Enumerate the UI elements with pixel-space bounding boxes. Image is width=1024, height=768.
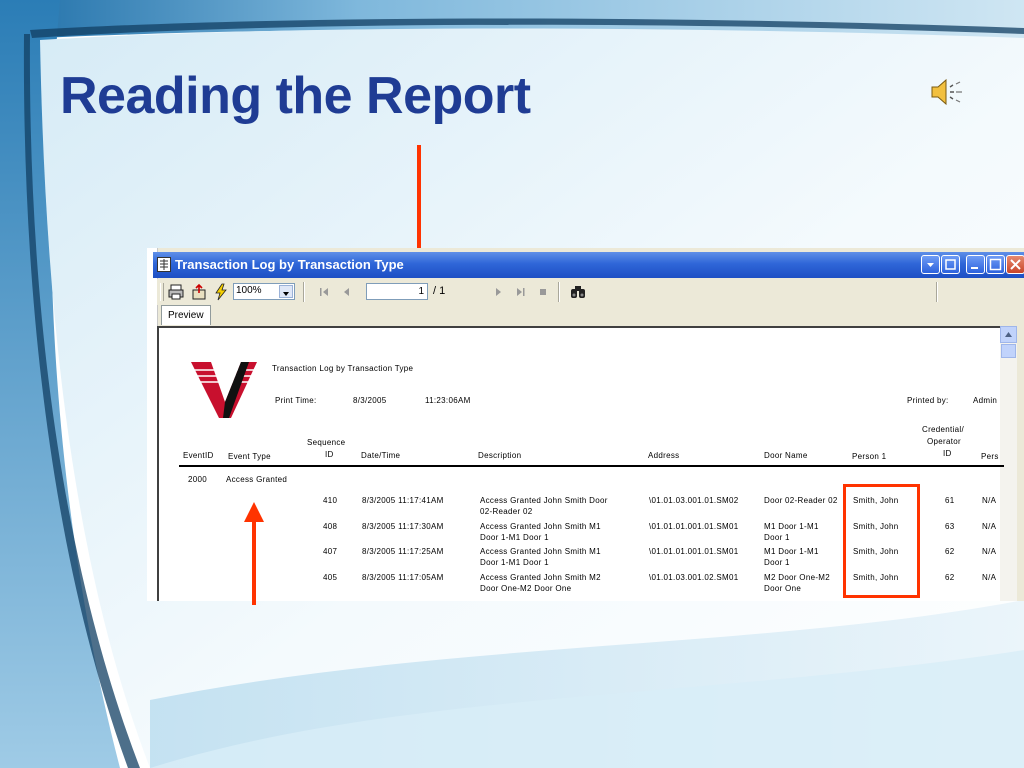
- col-operator: Operator: [927, 437, 961, 446]
- col-event-id: EventID: [183, 451, 214, 460]
- stop-icon[interactable]: [534, 283, 552, 301]
- col-sequence-id: ID: [325, 450, 334, 459]
- row-door-name-cont: Door 1: [764, 558, 790, 567]
- report-toolbar: 100% / 1: [157, 279, 1024, 305]
- row-door-name: M1 Door 1-M1: [764, 547, 819, 556]
- report-app-icon: [157, 257, 171, 272]
- minimize-icon: [971, 267, 978, 269]
- row-description: Access Granted John Smith Door: [480, 496, 608, 505]
- toolbar-separator: [558, 282, 560, 302]
- chevron-up-icon: [1005, 332, 1012, 337]
- col-address: Address: [648, 451, 680, 460]
- page-total: / 1: [433, 285, 446, 297]
- row-door-name-cont: Door One: [764, 584, 802, 593]
- scroll-up-button[interactable]: [1000, 326, 1017, 343]
- close-button[interactable]: [1006, 255, 1024, 274]
- print-icon[interactable]: [167, 283, 185, 301]
- vertical-scrollbar[interactable]: [1000, 326, 1017, 601]
- col-description: Description: [478, 451, 522, 460]
- col-pers: Pers: [981, 452, 999, 461]
- row-address: \01.01.03.001.02.SM01: [649, 573, 739, 582]
- col-sequence: Sequence: [307, 438, 346, 447]
- row-credential-id: 61: [945, 496, 955, 505]
- annotation-arrow-up: [244, 502, 264, 605]
- maximize-icon: [989, 258, 1002, 271]
- row-sequence-id: 405: [323, 573, 338, 582]
- printed-by-label: Printed by:: [907, 396, 949, 405]
- col-event-type: Event Type: [228, 452, 271, 461]
- row-datetime: 8/3/2005 11:17:30AM: [362, 522, 444, 531]
- close-icon: [1010, 259, 1021, 270]
- row-description-cont: 02-Reader 02: [480, 507, 533, 516]
- slide-title: Reading the Report: [60, 67, 531, 125]
- row-sequence-id: 408: [323, 522, 338, 531]
- next-page-icon[interactable]: [490, 283, 508, 301]
- row-door-name: M2 Door One-M2: [764, 573, 830, 582]
- search-binoculars-icon[interactable]: [569, 283, 587, 301]
- row-credential-id: 62: [945, 573, 955, 582]
- row-pers: N/A: [982, 547, 997, 556]
- toolbar-grip[interactable]: [160, 283, 164, 301]
- toolbar-separator: [303, 282, 305, 302]
- restore-pane-button[interactable]: [941, 255, 960, 274]
- row-address: \01.01.01.001.01.SM01: [649, 522, 739, 531]
- speaker-icon[interactable]: [928, 76, 968, 108]
- row-description: Access Granted John Smith M1: [480, 522, 601, 531]
- window-titlebar[interactable]: Transaction Log by Transaction Type: [153, 252, 1024, 278]
- report-heading: Transaction Log by Transaction Type: [272, 364, 414, 373]
- dropdown-arrow-icon: [927, 263, 934, 267]
- export-icon[interactable]: [190, 283, 208, 301]
- zoom-dropdown-button[interactable]: [279, 285, 293, 298]
- row-pers: N/A: [982, 496, 997, 505]
- zoom-value: 100%: [236, 285, 262, 296]
- chevron-down-icon: [283, 292, 289, 296]
- row-credential-id: 63: [945, 522, 955, 531]
- row-address: \01.01.01.001.01.SM01: [649, 547, 739, 556]
- page-number-input[interactable]: [366, 283, 428, 300]
- row-datetime: 8/3/2005 11:17:25AM: [362, 547, 444, 556]
- col-person1: Person 1: [852, 452, 887, 461]
- col-datetime: Date/Time: [361, 451, 401, 460]
- col-door-name: Door Name: [764, 451, 808, 460]
- row-description-cont: Door One-M2 Door One: [480, 584, 572, 593]
- row-door-name-cont: Door 1: [764, 533, 790, 542]
- menu-dropdown-button[interactable]: [921, 255, 940, 274]
- row-sequence-id: 410: [323, 496, 338, 505]
- row-description-cont: Door 1-M1 Door 1: [480, 533, 549, 542]
- row-door-name: Door 02-Reader 02: [764, 496, 838, 505]
- print-date: 8/3/2005: [353, 396, 387, 405]
- first-page-icon[interactable]: [315, 283, 333, 301]
- row-pers: N/A: [982, 522, 997, 531]
- last-page-icon[interactable]: [512, 283, 530, 301]
- row-sequence-id: 407: [323, 547, 338, 556]
- tab-preview[interactable]: Preview: [161, 305, 211, 325]
- row-address: \01.01.03.001.01.SM02: [649, 496, 739, 505]
- row-door-name: M1 Door 1-M1: [764, 522, 819, 531]
- row-description-cont: Door 1-M1 Door 1: [480, 558, 549, 567]
- toolbar-separator: [936, 282, 938, 302]
- previous-page-icon[interactable]: [337, 283, 355, 301]
- row-pers: N/A: [982, 573, 997, 582]
- zoom-select[interactable]: 100%: [233, 283, 295, 300]
- minimize-button[interactable]: [966, 255, 985, 274]
- person-column-highlight: [843, 484, 920, 598]
- printed-by-value: Admin: [973, 396, 998, 405]
- row-credential-id: 62: [945, 547, 955, 556]
- col-credential: Credential/: [922, 425, 964, 434]
- restore-icon: [945, 259, 956, 270]
- maximize-button[interactable]: [986, 255, 1005, 274]
- print-clock: 11:23:06AM: [425, 396, 471, 405]
- row-datetime: 8/3/2005 11:17:05AM: [362, 573, 444, 582]
- col-credential-id: ID: [943, 449, 952, 458]
- refresh-lightning-icon[interactable]: [212, 283, 230, 301]
- company-logo: [189, 362, 259, 418]
- row-datetime: 8/3/2005 11:17:41AM: [362, 496, 444, 505]
- row-description: Access Granted John Smith M1: [480, 547, 601, 556]
- row-description: Access Granted John Smith M2: [480, 573, 601, 582]
- print-time-label: Print Time:: [275, 396, 317, 405]
- window-title: Transaction Log by Transaction Type: [175, 257, 404, 272]
- scroll-thumb[interactable]: [1001, 344, 1016, 358]
